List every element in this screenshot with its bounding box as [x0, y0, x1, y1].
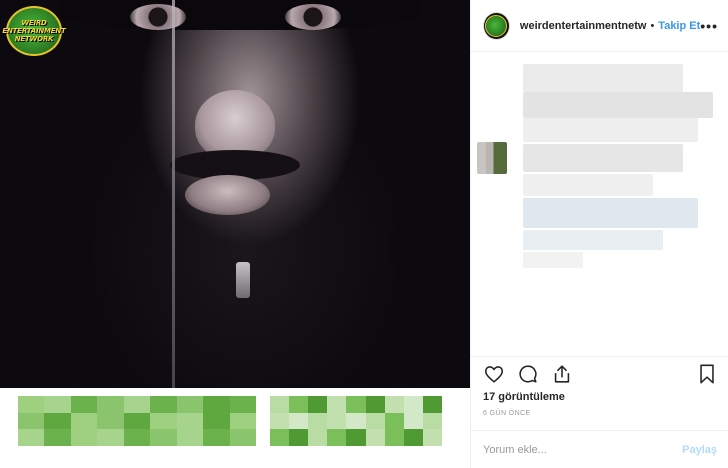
pixel-cell [203, 396, 230, 413]
avatar-logo [485, 14, 508, 37]
pixel-cell [289, 429, 309, 446]
video-frame[interactable]: WEIRD ENTERTAINMENT NETWORK [0, 0, 470, 388]
pixel-cell [44, 396, 71, 413]
pixel-cell [44, 429, 71, 446]
caption-blurred [471, 52, 728, 354]
post-date: 6 GÜN ÖNCE [483, 410, 531, 417]
pixel-cell [97, 412, 124, 430]
channel-logo: WEIRD ENTERTAINMENT NETWORK [2, 6, 66, 56]
logo-line-2: ENTERTAINMENT [2, 27, 66, 35]
pixel-cell [44, 412, 71, 430]
pixel-cell [327, 429, 347, 446]
pixel-cell [422, 412, 442, 430]
pixelated-text-block [270, 396, 442, 446]
pixel-cell [422, 429, 442, 446]
pixel-cell [176, 412, 204, 430]
pixelated-text-block [18, 396, 256, 446]
blurred-caption-line [523, 118, 698, 142]
separator-dot: • [650, 19, 655, 32]
comment-input[interactable] [483, 443, 683, 456]
pixel-cell [123, 429, 151, 446]
pixel-cell [229, 429, 256, 446]
post-media[interactable]: WEIRD ENTERTAINMENT NETWORK [0, 0, 470, 468]
pixel-cell [123, 412, 151, 430]
blurred-caption-line [523, 174, 653, 196]
heart-icon[interactable] [483, 363, 505, 385]
blurred-caption-line [523, 230, 663, 250]
pixel-cell [97, 396, 124, 413]
pixel-cell [150, 429, 177, 446]
action-bar [471, 356, 728, 390]
pixel-cell [70, 429, 98, 446]
pixel-cell [123, 396, 151, 413]
blurred-caption-line [523, 252, 583, 268]
pixel-cell [384, 396, 404, 413]
pixel-cell [18, 412, 45, 430]
pixel-cell [176, 396, 204, 413]
pixel-cell [70, 412, 98, 430]
view-count[interactable]: 17 görüntüleme [483, 391, 565, 403]
pixel-cell [150, 396, 177, 413]
blurred-commenter-avatar [477, 142, 507, 174]
pixel-cell [365, 429, 385, 446]
pixel-cell [327, 396, 347, 413]
pixel-cell [289, 412, 309, 430]
pixel-cell [270, 412, 290, 430]
pixel-cell [384, 412, 404, 430]
pixel-cell [346, 396, 366, 413]
pixel-cell [308, 396, 328, 413]
blurred-caption-line [523, 144, 683, 172]
pixelated-subtitle [0, 388, 470, 468]
blurred-caption-line [523, 92, 713, 118]
right-eye [285, 4, 341, 30]
username-link[interactable]: weirdentertainmentnetw [520, 20, 647, 32]
pixel-cell [203, 412, 230, 430]
pixel-cell [18, 429, 45, 446]
pixel-cell [403, 412, 423, 430]
bookmark-icon[interactable] [697, 363, 717, 385]
pixel-cell [203, 429, 230, 446]
pixel-cell [70, 396, 98, 413]
pixel-cell [18, 396, 45, 413]
pixel-cell [289, 396, 309, 413]
more-options-icon[interactable]: ••• [700, 18, 718, 34]
pixel-cell [229, 396, 256, 413]
pixel-cell [365, 412, 385, 430]
pixel-cell [308, 429, 328, 446]
blurred-caption-line [523, 198, 698, 228]
pixel-cell [308, 412, 328, 430]
pixel-cell [97, 429, 124, 446]
pixel-cell [422, 396, 442, 413]
pixel-cell [403, 396, 423, 413]
pixel-cell [270, 429, 290, 446]
left-eye [130, 4, 186, 30]
share-icon[interactable] [551, 363, 573, 385]
follow-button[interactable]: Takip Et [658, 20, 700, 32]
pixel-cell [327, 412, 347, 430]
post-sidebar: weirdentertainmentnetw • Takip Et ••• 17… [470, 0, 728, 468]
logo-line-3: NETWORK [14, 35, 54, 43]
pixel-cell [384, 429, 404, 446]
pixel-cell [365, 396, 385, 413]
earphone-cable [172, 0, 175, 388]
zipper [236, 262, 250, 298]
pixel-cell [346, 429, 366, 446]
pixel-cell [403, 429, 423, 446]
post-header: weirdentertainmentnetw • Takip Et ••• [471, 0, 728, 52]
pixel-cell [229, 412, 256, 430]
logo-line-1: WEIRD [21, 19, 47, 27]
avatar[interactable] [483, 11, 510, 40]
post-comment-button[interactable]: Paylaş [682, 444, 717, 456]
hood [60, 0, 420, 30]
mouth [185, 175, 270, 215]
pixel-cell [176, 429, 204, 446]
pixel-cell [150, 412, 177, 430]
pixel-cell [270, 396, 290, 413]
comment-icon[interactable] [517, 363, 539, 385]
comment-bar: Paylaş [471, 430, 728, 468]
blurred-caption-line [523, 64, 683, 92]
pixel-cell [346, 412, 366, 430]
